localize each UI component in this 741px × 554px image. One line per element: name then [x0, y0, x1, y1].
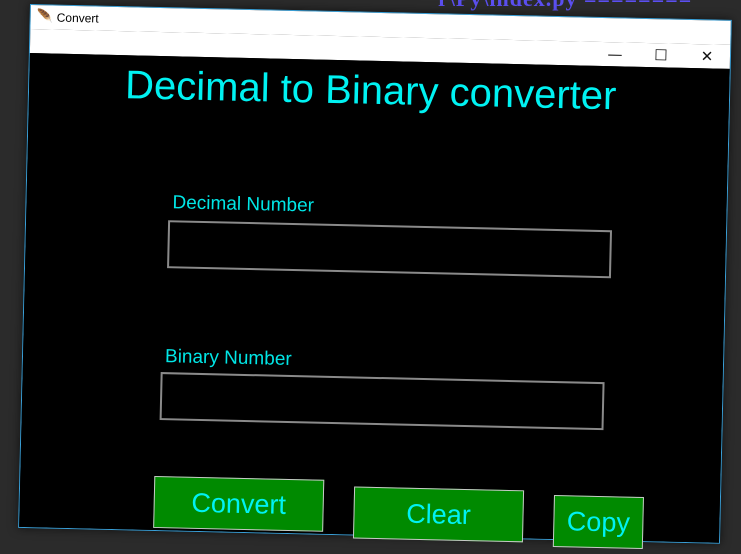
minimize-button[interactable]: —: [592, 42, 639, 67]
decimal-number-label: Decimal Number: [172, 192, 315, 217]
maximize-button[interactable]: ☐: [638, 43, 685, 68]
app-window: 🪶 Convert — ☐ ✕ Decimal to Binary conver…: [18, 4, 732, 550]
maximize-icon: ☐: [654, 46, 668, 65]
feather-icon: 🪶: [36, 8, 54, 24]
binary-number-label: Binary Number: [164, 346, 292, 371]
window-title: Convert: [56, 10, 99, 26]
copy-button[interactable]: Copy: [552, 495, 644, 550]
decimal-number-input[interactable]: [167, 220, 613, 279]
minimize-icon: —: [607, 45, 623, 64]
close-icon: ✕: [700, 47, 714, 66]
app-content: Decimal to Binary converter Decimal Numb…: [19, 53, 730, 550]
convert-button[interactable]: Convert: [153, 475, 325, 532]
page-title: Decimal to Binary converter: [124, 63, 617, 119]
close-button[interactable]: ✕: [684, 44, 731, 69]
background-code-text: r\Py\index.py ========: [438, 0, 692, 12]
clear-button[interactable]: Clear: [352, 486, 525, 543]
binary-number-output[interactable]: [159, 372, 605, 431]
